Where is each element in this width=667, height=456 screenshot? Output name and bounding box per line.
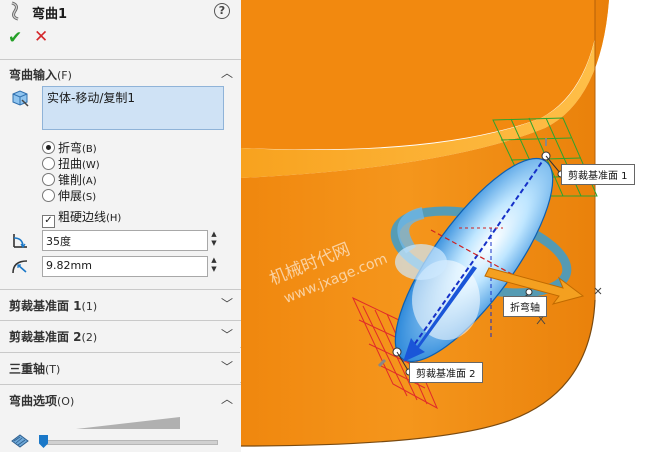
radio-shortcut: (B)	[82, 144, 97, 155]
radio-label: 锥削	[58, 173, 83, 187]
radio-unselected-icon[interactable]	[42, 189, 55, 202]
radio-label: 扭曲	[58, 157, 83, 171]
flex-feature-icon	[11, 1, 19, 21]
panel-header: 弯曲1 ?	[0, 0, 241, 24]
bodies-selection-icon	[12, 90, 29, 107]
model-view: 机械时代网 www.jxage.com	[240, 0, 667, 452]
collapse-caret-icon[interactable]: ︿	[221, 390, 233, 407]
divider	[0, 352, 241, 353]
divider	[0, 289, 241, 290]
bodies-to-flex-list[interactable]: 实体-移动/复制1	[42, 86, 224, 130]
selected-body-item[interactable]: 实体-移动/复制1	[47, 89, 135, 106]
section-label: 弯曲输入	[9, 68, 58, 82]
callout-trim-plane-1[interactable]: 剪裁基准面 1	[561, 164, 635, 185]
ok-button[interactable]: ✔	[8, 28, 22, 48]
accuracy-ramp-graphic	[76, 417, 180, 429]
radio-label: 折弯	[58, 141, 83, 155]
expand-caret-icon[interactable]: ﹀	[221, 326, 233, 343]
accuracy-slider-thumb[interactable]	[39, 435, 48, 448]
section-shortcut: (T)	[45, 363, 61, 376]
angle-field[interactable]: 35度	[42, 230, 208, 251]
section-label: 三重轴	[9, 362, 46, 376]
property-manager-panel: 弯曲1 ? ✔ ✕ 弯曲输入(F) ︿ 实体-移动/复制1 折弯(B) 扭曲(W…	[0, 0, 242, 452]
radio-shortcut: (S)	[82, 192, 97, 203]
radio-shortcut: (W)	[82, 160, 100, 171]
accuracy-slider-track[interactable]	[44, 440, 218, 445]
section-header-trim-plane-1[interactable]: 剪裁基准面 1(1)	[9, 297, 97, 314]
radio-label: 伸展	[58, 189, 83, 203]
section-label: 剪裁基准面 1	[9, 299, 82, 313]
angle-value[interactable]: 35度	[46, 233, 71, 249]
ok-cancel-bar: ✔ ✕	[0, 26, 241, 50]
callout-bend-axis[interactable]: 折弯轴	[503, 296, 547, 317]
section-shortcut: (O)	[57, 395, 75, 408]
radio-selected-icon[interactable]	[42, 141, 55, 154]
checkbox-shortcut: (H)	[106, 213, 122, 224]
radio-tapering[interactable]: 锥削(A)	[42, 171, 97, 188]
accuracy-icon	[11, 434, 29, 448]
radius-spinner[interactable]: ▲ ▼	[209, 256, 219, 276]
expand-caret-icon[interactable]: ﹀	[221, 295, 233, 312]
radio-twisting[interactable]: 扭曲(W)	[42, 155, 100, 172]
section-shortcut: (2)	[81, 331, 98, 344]
collapse-caret-icon[interactable]: ︿	[221, 64, 233, 81]
panel-title: 弯曲1	[32, 7, 68, 22]
graphics-viewport[interactable]: 机械时代网 www.jxage.com 剪裁基准面 1 剪裁基准面 2 折弯轴	[240, 0, 667, 452]
section-label: 弯曲选项	[9, 394, 58, 408]
section-header-bend-input[interactable]: 弯曲输入(F)	[9, 66, 72, 83]
radio-bending[interactable]: 折弯(B)	[42, 139, 97, 156]
expand-caret-icon[interactable]: ﹀	[221, 358, 233, 375]
checkbox-checked-icon[interactable]: ✓	[42, 215, 55, 228]
divider	[0, 59, 241, 60]
angle-spinner[interactable]: ▲ ▼	[209, 230, 219, 250]
hard-edges-checkbox[interactable]: ✓ 粗硬边线(H)	[42, 208, 121, 228]
cancel-button[interactable]: ✕	[34, 27, 48, 47]
radio-stretching[interactable]: 伸展(S)	[42, 187, 96, 204]
section-header-flex-options[interactable]: 弯曲选项(O)	[9, 392, 74, 409]
radio-unselected-icon[interactable]	[42, 173, 55, 186]
radio-unselected-icon[interactable]	[42, 157, 55, 170]
section-label: 剪裁基准面 2	[9, 330, 82, 344]
section-shortcut: (1)	[81, 300, 98, 313]
radius-value[interactable]: 9.82mm	[46, 259, 92, 272]
section-header-trim-plane-2[interactable]: 剪裁基准面 2(2)	[9, 328, 97, 345]
callout-trim-plane-2[interactable]: 剪裁基准面 2	[409, 362, 483, 383]
section-header-triad[interactable]: 三重轴(T)	[9, 360, 60, 377]
radius-field[interactable]: 9.82mm	[42, 256, 208, 277]
radius-icon	[12, 260, 28, 274]
divider	[0, 384, 241, 385]
section-shortcut: (F)	[57, 69, 72, 82]
checkbox-label: 粗硬边线	[58, 210, 107, 224]
help-icon[interactable]: ?	[214, 3, 230, 19]
angle-icon	[13, 234, 27, 249]
divider	[0, 320, 241, 321]
radio-shortcut: (A)	[82, 176, 97, 187]
